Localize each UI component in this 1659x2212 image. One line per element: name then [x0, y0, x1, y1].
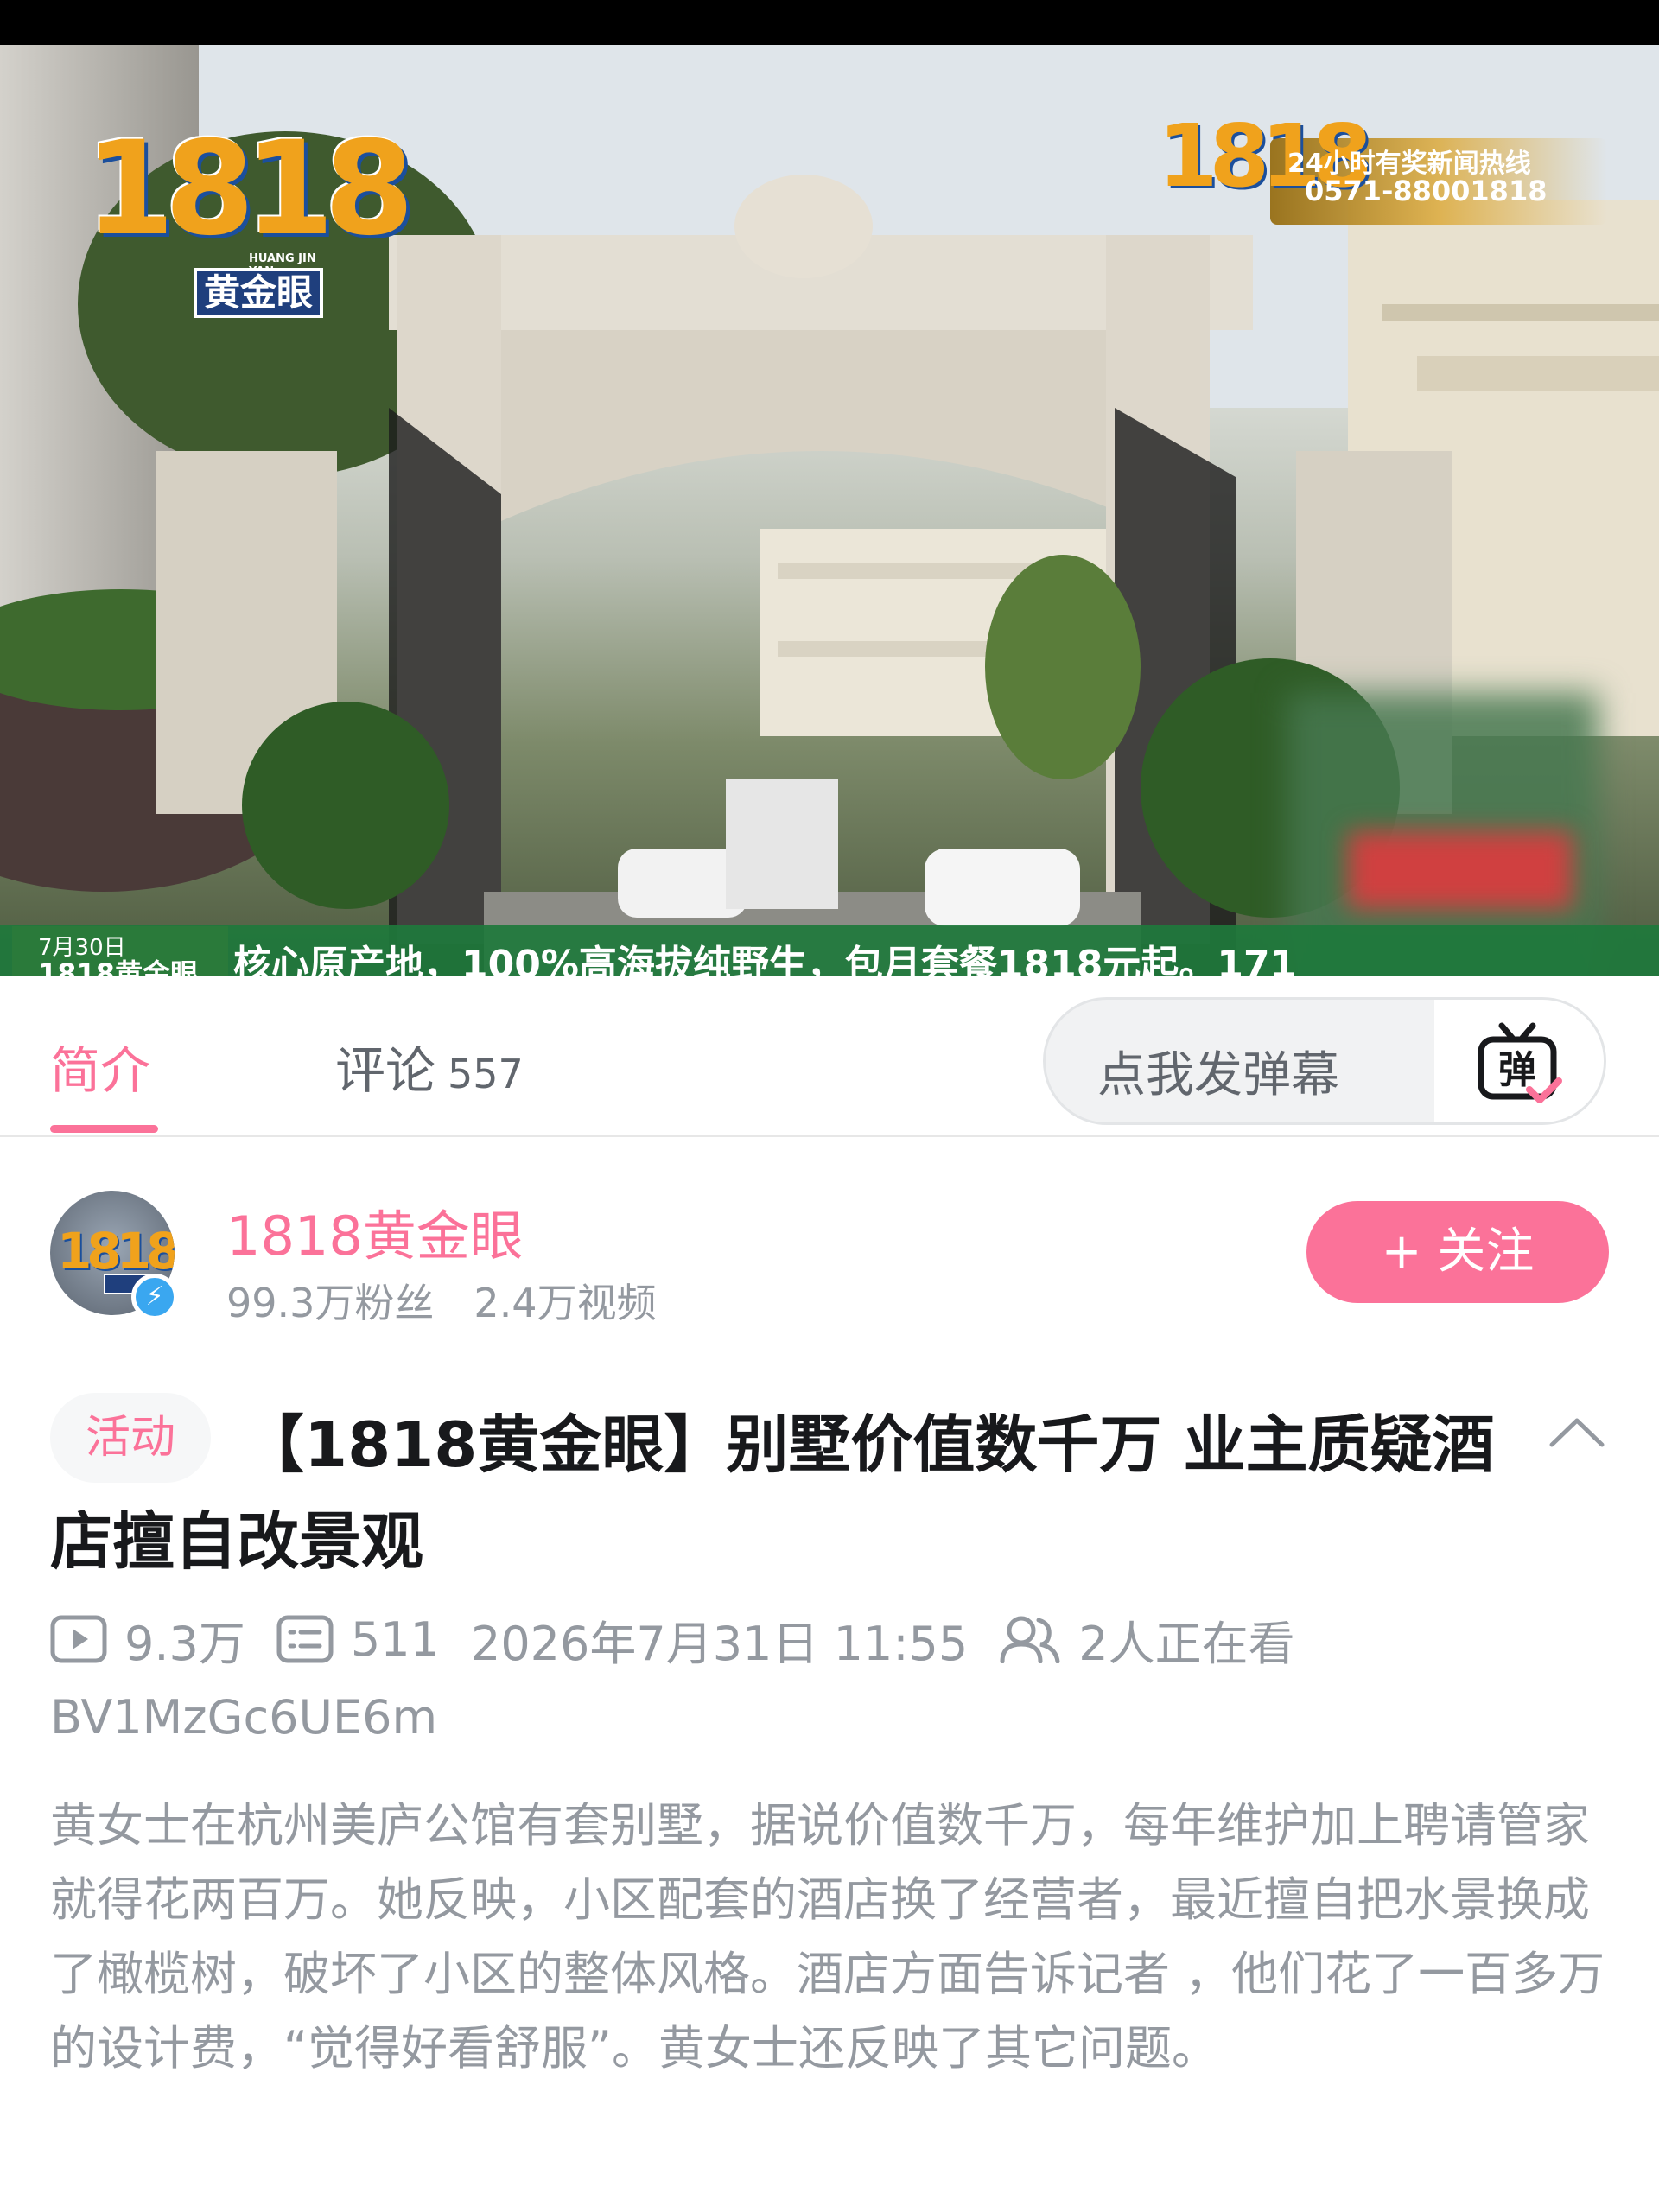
- watching-count: 2人正在看: [1078, 1616, 1295, 1671]
- logo-number: 1818: [85, 114, 415, 264]
- chevron-up-icon[interactable]: [1548, 1415, 1605, 1450]
- ticker-text: 核心原产地，100%高海拔纯野生，包月套餐1818元起。171: [233, 943, 1297, 976]
- video-meta: 9.3万 511 2026年7月31日 11:55 2人正在看: [50, 1609, 1326, 1671]
- tab-intro[interactable]: 简介: [50, 1030, 150, 1103]
- tab-comments-count: 557: [448, 1051, 524, 1097]
- video-player[interactable]: 1818 HUANG JIN YAN 黄金眼 1818 24小时有奖新闻热线 0…: [0, 45, 1659, 976]
- danmaku-stat: 511: [276, 1612, 440, 1667]
- danmaku-input[interactable]: 点我发弹幕 弹: [1043, 997, 1606, 1125]
- tab-bar: 简介 评论 557 点我发弹幕 弹: [0, 976, 1659, 1137]
- status-bar: [0, 0, 1659, 45]
- uploader-stats: 99.3万粉丝 2.4万视频: [226, 1272, 657, 1329]
- tab-comments-label: 评论: [335, 1041, 436, 1100]
- tab-comments[interactable]: 评论 557: [335, 1030, 524, 1103]
- uploader-followers: 99.3万粉丝: [226, 1280, 435, 1326]
- verified-lightning-icon: ⚡: [131, 1274, 178, 1320]
- uploader-videos: 2.4万视频: [474, 1280, 657, 1326]
- follow-button[interactable]: + 关注: [1306, 1201, 1609, 1303]
- uploader-name[interactable]: 1818黄金眼: [226, 1192, 524, 1270]
- hotline-banner: 1818 24小时有奖新闻热线 0571-88001818: [1158, 97, 1607, 225]
- bvid[interactable]: BV1MzGc6UE6m: [50, 1690, 437, 1745]
- avatar-logo-number: 1818: [57, 1222, 175, 1281]
- video-description: 黄女士在杭州美庐公馆有套别墅，据说价值数千万，每年维护加上聘请管家就得花两百万。…: [50, 1798, 1605, 2075]
- ticker-date-box: 7月30日 1818黄金眼: [12, 926, 228, 976]
- ticker-brand: 1818黄金眼: [38, 957, 199, 976]
- blurred-red-region: [1348, 831, 1573, 909]
- watching-stat: 2人正在看: [999, 1605, 1295, 1674]
- people-icon: [1000, 1616, 1060, 1663]
- logo-subtitle: 黄金眼: [194, 268, 323, 318]
- video-title: 【1818黄金眼】别墅价值数千万 业主质疑酒店擅自改景观: [50, 1408, 1495, 1578]
- danmaku-count: 511: [350, 1611, 440, 1667]
- views-stat: 9.3万: [50, 1605, 245, 1674]
- publish-time: 2026年7月31日 11:55: [470, 1616, 969, 1671]
- danmaku-tv-icon: 弹: [1478, 1022, 1562, 1103]
- danmaku-glyph: 弹: [1498, 1048, 1536, 1092]
- play-count-icon: [50, 1615, 107, 1663]
- danmaku-placeholder: 点我发弹幕: [1097, 1047, 1339, 1103]
- news-ticker: 7月30日 1818黄金眼 核心原产地，100%高海拔纯野生，包月套餐1818元…: [0, 925, 1659, 976]
- views-count: 9.3万: [124, 1616, 245, 1671]
- channel-logo: 1818 HUANG JIN YAN 黄金眼: [85, 114, 415, 330]
- tab-active-indicator: [50, 1125, 158, 1133]
- hotline-phone: 0571-88001818: [1305, 175, 1548, 207]
- danmaku-count-icon: [276, 1615, 334, 1663]
- danmaku-settings-button[interactable]: 弹: [1434, 1000, 1604, 1122]
